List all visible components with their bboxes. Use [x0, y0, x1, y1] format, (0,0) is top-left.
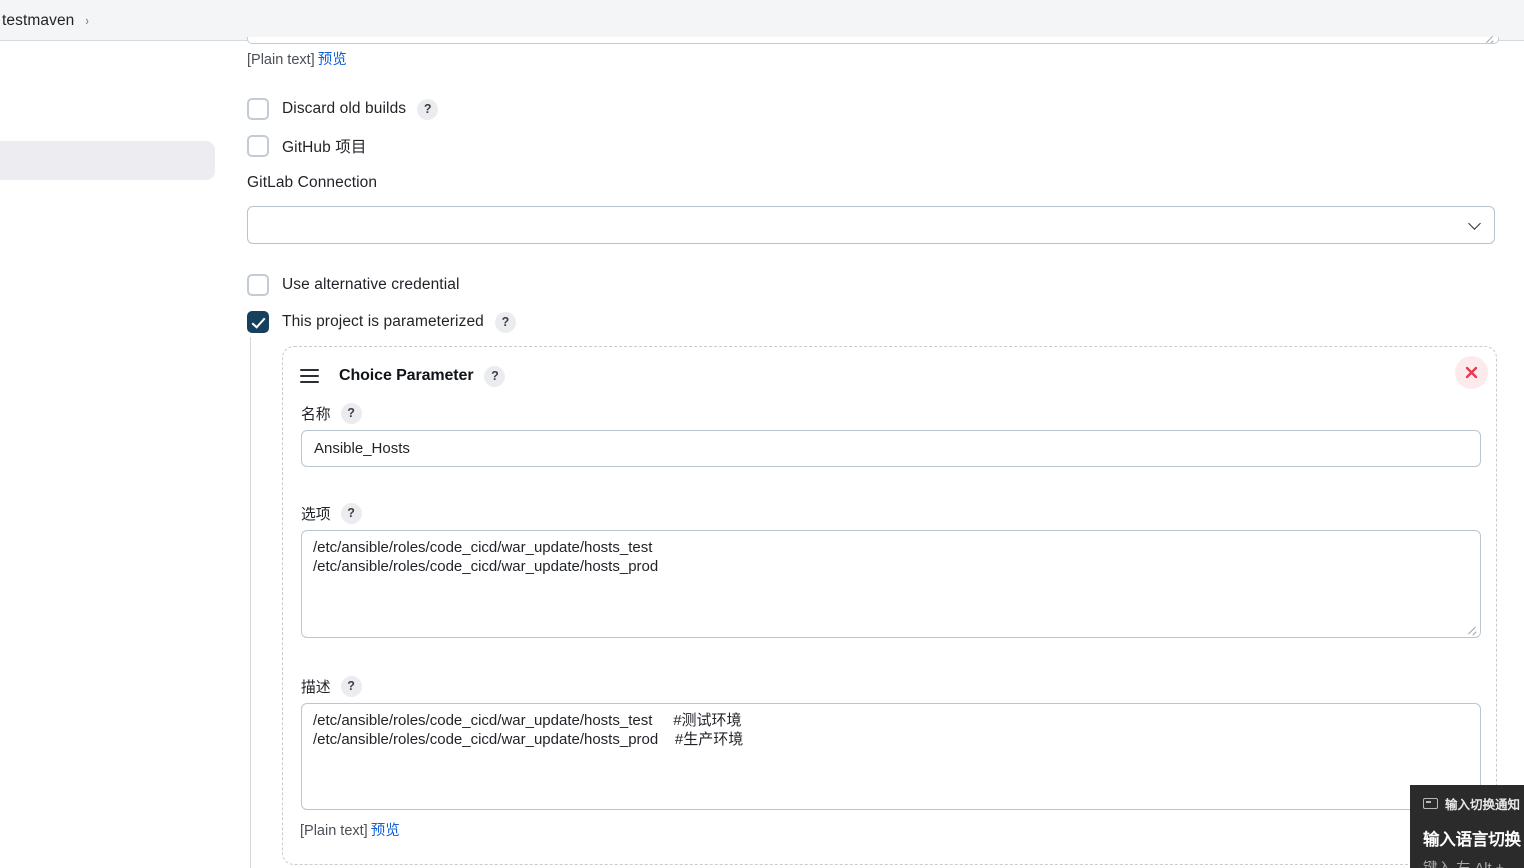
- plain-text-label: [Plain text]: [247, 52, 315, 68]
- breadcrumb: testmaven ›: [0, 0, 1524, 41]
- parameter-description-format-row: [Plain text] 预览: [300, 819, 400, 840]
- gitlab-connection-field[interactable]: [247, 206, 1495, 244]
- jenkins-configuration-page: testmaven › uration 器 s os 作 [Plain text…: [0, 0, 1524, 868]
- parameter-description-label: 描述: [301, 679, 331, 696]
- use-alternative-credential-label: Use alternative credential: [282, 276, 460, 293]
- ime-popup-header-label: 输入切换通知: [1445, 798, 1521, 812]
- parameter-name-input[interactable]: [301, 430, 1481, 467]
- help-icon-parameter-description[interactable]: ?: [340, 675, 362, 697]
- this-project-is-parameterized-label: This project is parameterized: [282, 313, 484, 330]
- plain-text-label: [Plain text]: [300, 823, 368, 839]
- discard-old-builds-label: Discard old builds: [282, 100, 407, 117]
- close-icon: [1465, 366, 1478, 379]
- ime-popup-hint: 键入 左 Alt +: [1423, 857, 1524, 868]
- use-alternative-credential-checkbox[interactable]: [247, 274, 269, 296]
- parameter-description-field[interactable]: /etc/ansible/roles/code_cicd/war_update/…: [301, 703, 1481, 810]
- breadcrumb-bar: testmaven ›: [0, 0, 1524, 41]
- choice-parameter-title: Choice Parameter: [339, 367, 474, 384]
- parameter-choices-textarea[interactable]: /etc/ansible/roles/code_cicd/war_update/…: [301, 530, 1481, 638]
- parameters-container: Choice Parameter ? 名称 ? 选项 ?: [250, 337, 1500, 868]
- discard-old-builds-row[interactable]: Discard old builds ?: [247, 97, 439, 121]
- sidebar-active-pill[interactable]: [0, 141, 215, 180]
- parameter-choices-label: 选项: [301, 506, 331, 523]
- ime-popup-title: 输入语言切换: [1423, 831, 1521, 849]
- gitlab-connection-select[interactable]: [247, 206, 1495, 244]
- github-project-row[interactable]: GitHub 项目: [247, 134, 366, 158]
- keyboard-icon: [1423, 798, 1438, 809]
- parameter-description-textarea[interactable]: /etc/ansible/roles/code_cicd/war_update/…: [301, 703, 1481, 810]
- breadcrumb-item-testmaven[interactable]: testmaven: [2, 12, 74, 30]
- gitlab-connection-label: GitLab Connection: [247, 174, 378, 191]
- ime-popup-header: 输入切换通知: [1423, 794, 1524, 813]
- preview-link[interactable]: 预览: [318, 52, 347, 68]
- parameter-description-label-row: 描述 ?: [301, 675, 362, 697]
- this-project-is-parameterized-checkbox[interactable]: [247, 311, 269, 333]
- discard-old-builds-checkbox[interactable]: [247, 98, 269, 120]
- help-icon-discard-old-builds[interactable]: ?: [417, 98, 439, 120]
- choice-parameter-block: Choice Parameter ? 名称 ? 选项 ?: [282, 346, 1497, 865]
- help-icon-parameter-choices[interactable]: ?: [340, 502, 362, 524]
- description-format-row: [Plain text] 预览: [247, 48, 347, 69]
- choice-parameter-header: Choice Parameter ?: [300, 365, 506, 387]
- help-icon-parameter-name[interactable]: ?: [340, 402, 362, 424]
- left-column: uration 器 s os 作: [0, 41, 240, 868]
- help-icon-this-project-is-parameterized[interactable]: ?: [494, 311, 516, 333]
- github-project-label: GitHub 项目: [282, 139, 367, 156]
- help-icon-choice-parameter[interactable]: ?: [484, 365, 506, 387]
- scrolled-textarea-edge[interactable]: [247, 37, 1499, 44]
- use-alternative-credential-row[interactable]: Use alternative credential: [247, 273, 460, 297]
- drag-handle-icon[interactable]: [300, 369, 319, 383]
- preview-link[interactable]: 预览: [371, 823, 400, 839]
- parameter-choices-field[interactable]: /etc/ansible/roles/code_cicd/war_update/…: [301, 530, 1481, 638]
- this-project-is-parameterized-row[interactable]: This project is parameterized ?: [247, 310, 516, 334]
- chevron-right-icon: ›: [85, 13, 90, 28]
- resize-grip-icon[interactable]: [1483, 35, 1494, 43]
- parameter-name-label-row: 名称 ?: [301, 402, 362, 424]
- parameter-choices-label-row: 选项 ?: [301, 502, 362, 524]
- ime-language-switch-popup: 输入切换通知 输入语言切换 键入 左 Alt +: [1410, 785, 1524, 868]
- remove-parameter-button[interactable]: [1455, 356, 1488, 389]
- configuration-form: [Plain text] 预览 Discard old builds ? GitH…: [240, 37, 1524, 868]
- parameter-name-label: 名称: [301, 406, 331, 423]
- github-project-checkbox[interactable]: [247, 135, 269, 157]
